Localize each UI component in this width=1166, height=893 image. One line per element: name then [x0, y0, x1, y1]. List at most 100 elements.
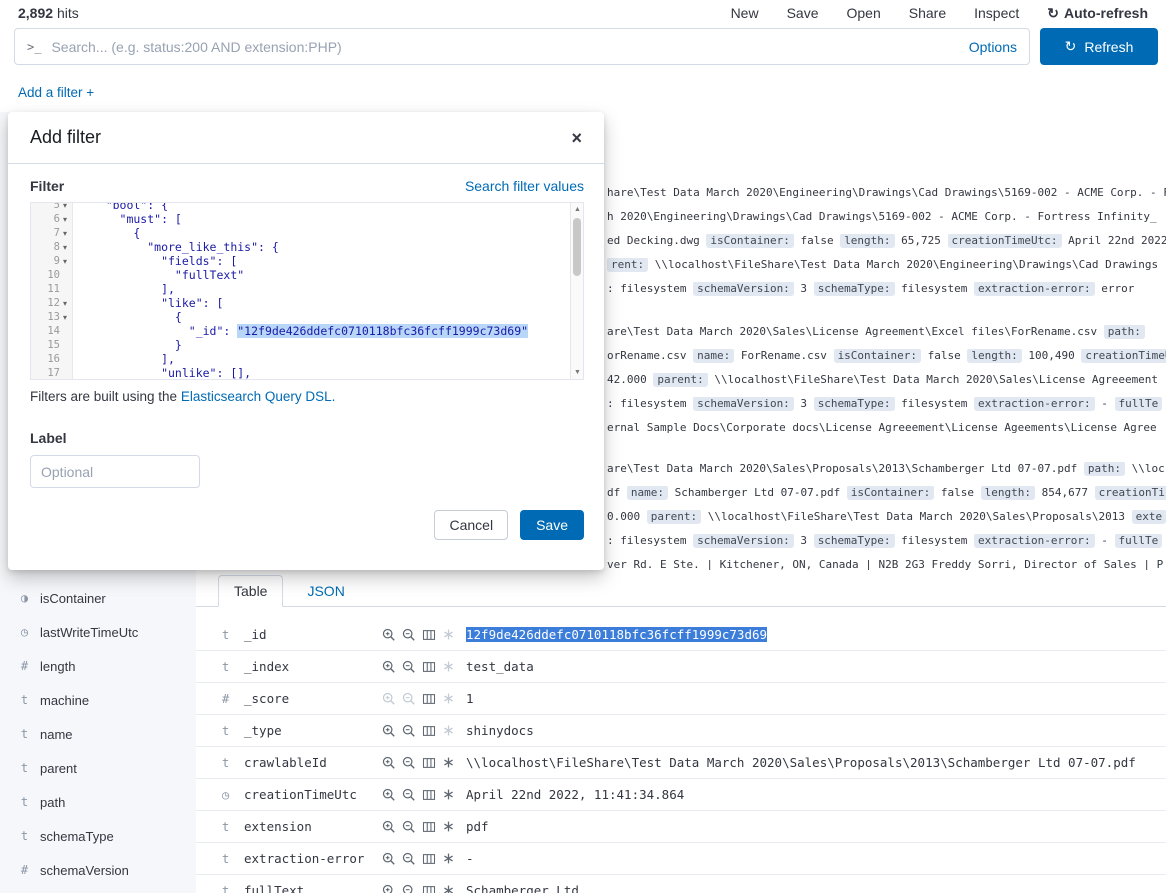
fold-caret-icon[interactable]: ▾ [60, 202, 70, 210]
scroll-up-icon[interactable]: ▲ [571, 203, 584, 216]
toggle-column-icon[interactable] [422, 884, 436, 893]
filter-for-value-icon[interactable] [382, 660, 396, 674]
sidebar-field-lastWriteTimeUtc[interactable]: ◷lastWriteTimeUtc [0, 617, 196, 647]
toggle-column-icon[interactable] [422, 756, 436, 770]
filter-for-field-present-icon[interactable] [442, 692, 455, 705]
filter-for-value-icon[interactable] [382, 756, 396, 770]
sidebar-field-path[interactable]: tpath [0, 787, 196, 817]
doc-text: orRename.csv [607, 349, 693, 362]
toggle-column-icon[interactable] [422, 692, 436, 706]
filter-section-label: Filter [30, 178, 64, 194]
field-name-chip: path: [1084, 462, 1125, 476]
toggle-column-icon[interactable] [422, 788, 436, 802]
scroll-down-icon[interactable]: ▼ [571, 366, 584, 379]
field-name-chip: fullTe [1115, 534, 1163, 548]
doc-summary-line: 42.000 parent: \\localhost\FileShare\Tes… [607, 373, 1166, 390]
fold-caret-icon[interactable]: ▾ [60, 257, 70, 266]
filter-for-value-icon[interactable] [382, 820, 396, 834]
filter-for-value-icon[interactable] [382, 788, 396, 802]
doc-text: false [934, 486, 980, 499]
filter-out-value-icon[interactable] [402, 788, 416, 802]
cancel-button[interactable]: Cancel [434, 510, 508, 540]
toggle-column-icon[interactable] [422, 660, 436, 674]
sidebar-field-isContainer[interactable]: ◑isContainer [0, 583, 196, 613]
editor-code-line: "fullText" [73, 268, 570, 282]
fold-caret-icon[interactable]: ▾ [60, 229, 70, 238]
detail-row-_index: t_indextest_data [196, 651, 1166, 683]
modal-title: Add filter [30, 127, 101, 148]
filter-for-value-icon[interactable] [382, 852, 396, 866]
search-filter-values-link[interactable]: Search filter values [465, 178, 584, 194]
field-name: path [40, 795, 65, 810]
filter-for-field-present-icon[interactable] [442, 724, 455, 737]
filter-for-field-present-icon[interactable] [442, 756, 455, 769]
filter-out-value-icon[interactable] [402, 884, 416, 893]
field-name-chip: rent: [607, 258, 648, 272]
fold-caret-icon[interactable]: ▾ [60, 243, 70, 252]
detail-field-value: \\localhost\FileShare\Test Data March 20… [466, 755, 1166, 770]
filter-out-value-icon[interactable] [402, 628, 416, 642]
filter-for-field-present-icon[interactable] [442, 852, 455, 865]
field-type-string-icon: t [222, 756, 244, 770]
sidebar-field-machine[interactable]: tmachine [0, 685, 196, 715]
editor-code-line: "like": [ [73, 296, 570, 310]
save-button[interactable]: Save [520, 510, 584, 540]
doc-text: filesystem [895, 534, 974, 547]
toggle-column-icon[interactable] [422, 628, 436, 642]
field-name: parent [40, 761, 77, 776]
tab-json[interactable]: JSON [291, 575, 360, 607]
sidebar-field-schemaType[interactable]: tschemaType [0, 821, 196, 851]
fold-caret-icon[interactable]: ▾ [60, 215, 70, 224]
fold-caret-icon[interactable]: ▾ [60, 313, 70, 322]
doc-text: \\loc [1125, 462, 1165, 475]
filter-for-value-icon[interactable] [382, 628, 396, 642]
filter-for-field-present-icon[interactable] [442, 884, 455, 893]
doc-text: 0.000 [607, 510, 647, 523]
field-type-string-icon: t [222, 628, 244, 642]
field-type-string-icon: t [222, 852, 244, 866]
query-dsl-editor[interactable]: 5▾6▾7▾8▾9▾101112▾13▾14151617 "bool": { "… [30, 202, 584, 380]
filter-for-field-present-icon[interactable] [442, 660, 455, 673]
filter-for-value-icon[interactable] [382, 884, 396, 893]
field-name-chip: schemaType: [814, 397, 895, 411]
sidebar-field-length[interactable]: #length [0, 651, 196, 681]
doc-text: : filesystem [607, 397, 693, 410]
filter-for-field-present-icon[interactable] [442, 788, 455, 801]
filter-for-field-present-icon[interactable] [442, 628, 455, 641]
filter-for-field-present-icon[interactable] [442, 820, 455, 833]
filter-out-value-icon[interactable] [402, 852, 416, 866]
fold-caret-icon[interactable]: ▾ [60, 299, 70, 308]
doc-text: : filesystem [607, 282, 693, 295]
filter-label-input[interactable] [30, 455, 200, 488]
sidebar-field-name[interactable]: tname [0, 719, 196, 749]
sidebar-field-schemaVersion[interactable]: #schemaVersion [0, 855, 196, 885]
detail-row-creationTimeUtc: ◷creationTimeUtcApril 22nd 2022, 11:41:3… [196, 779, 1166, 811]
filter-out-value-icon[interactable] [402, 660, 416, 674]
detail-field-value: 1 [466, 691, 1166, 706]
filter-out-value-icon[interactable] [402, 692, 416, 706]
toggle-column-icon[interactable] [422, 724, 436, 738]
filter-out-value-icon[interactable] [402, 724, 416, 738]
editor-scrollbar[interactable]: ▲ ▼ [570, 203, 583, 379]
sidebar-field-parent[interactable]: tparent [0, 753, 196, 783]
detail-field-name: extraction-error [244, 851, 382, 866]
editor-gutter: 5▾6▾7▾8▾9▾101112▾13▾14151617 [31, 203, 73, 379]
field-name-chip: fullTe [1115, 397, 1163, 411]
toggle-column-icon[interactable] [422, 852, 436, 866]
filter-for-value-icon[interactable] [382, 724, 396, 738]
field-name: schemaVersion [40, 863, 129, 878]
row-action-icons [382, 852, 466, 866]
toggle-column-icon[interactable] [422, 820, 436, 834]
close-icon[interactable]: × [571, 129, 582, 147]
dsl-doc-link[interactable]: Elasticsearch Query DSL. [181, 389, 336, 404]
doc-text: filesystem [895, 282, 974, 295]
filter-out-value-icon[interactable] [402, 820, 416, 834]
editor-code-line: "fields": [ [73, 254, 570, 268]
filter-for-value-icon[interactable] [382, 692, 396, 706]
detail-field-name: crawlableId [244, 755, 382, 770]
filter-out-value-icon[interactable] [402, 756, 416, 770]
doc-text: 3 [794, 282, 814, 295]
tab-table[interactable]: Table [218, 575, 283, 607]
scrollbar-thumb[interactable] [573, 218, 581, 276]
field-name: length [40, 659, 75, 674]
